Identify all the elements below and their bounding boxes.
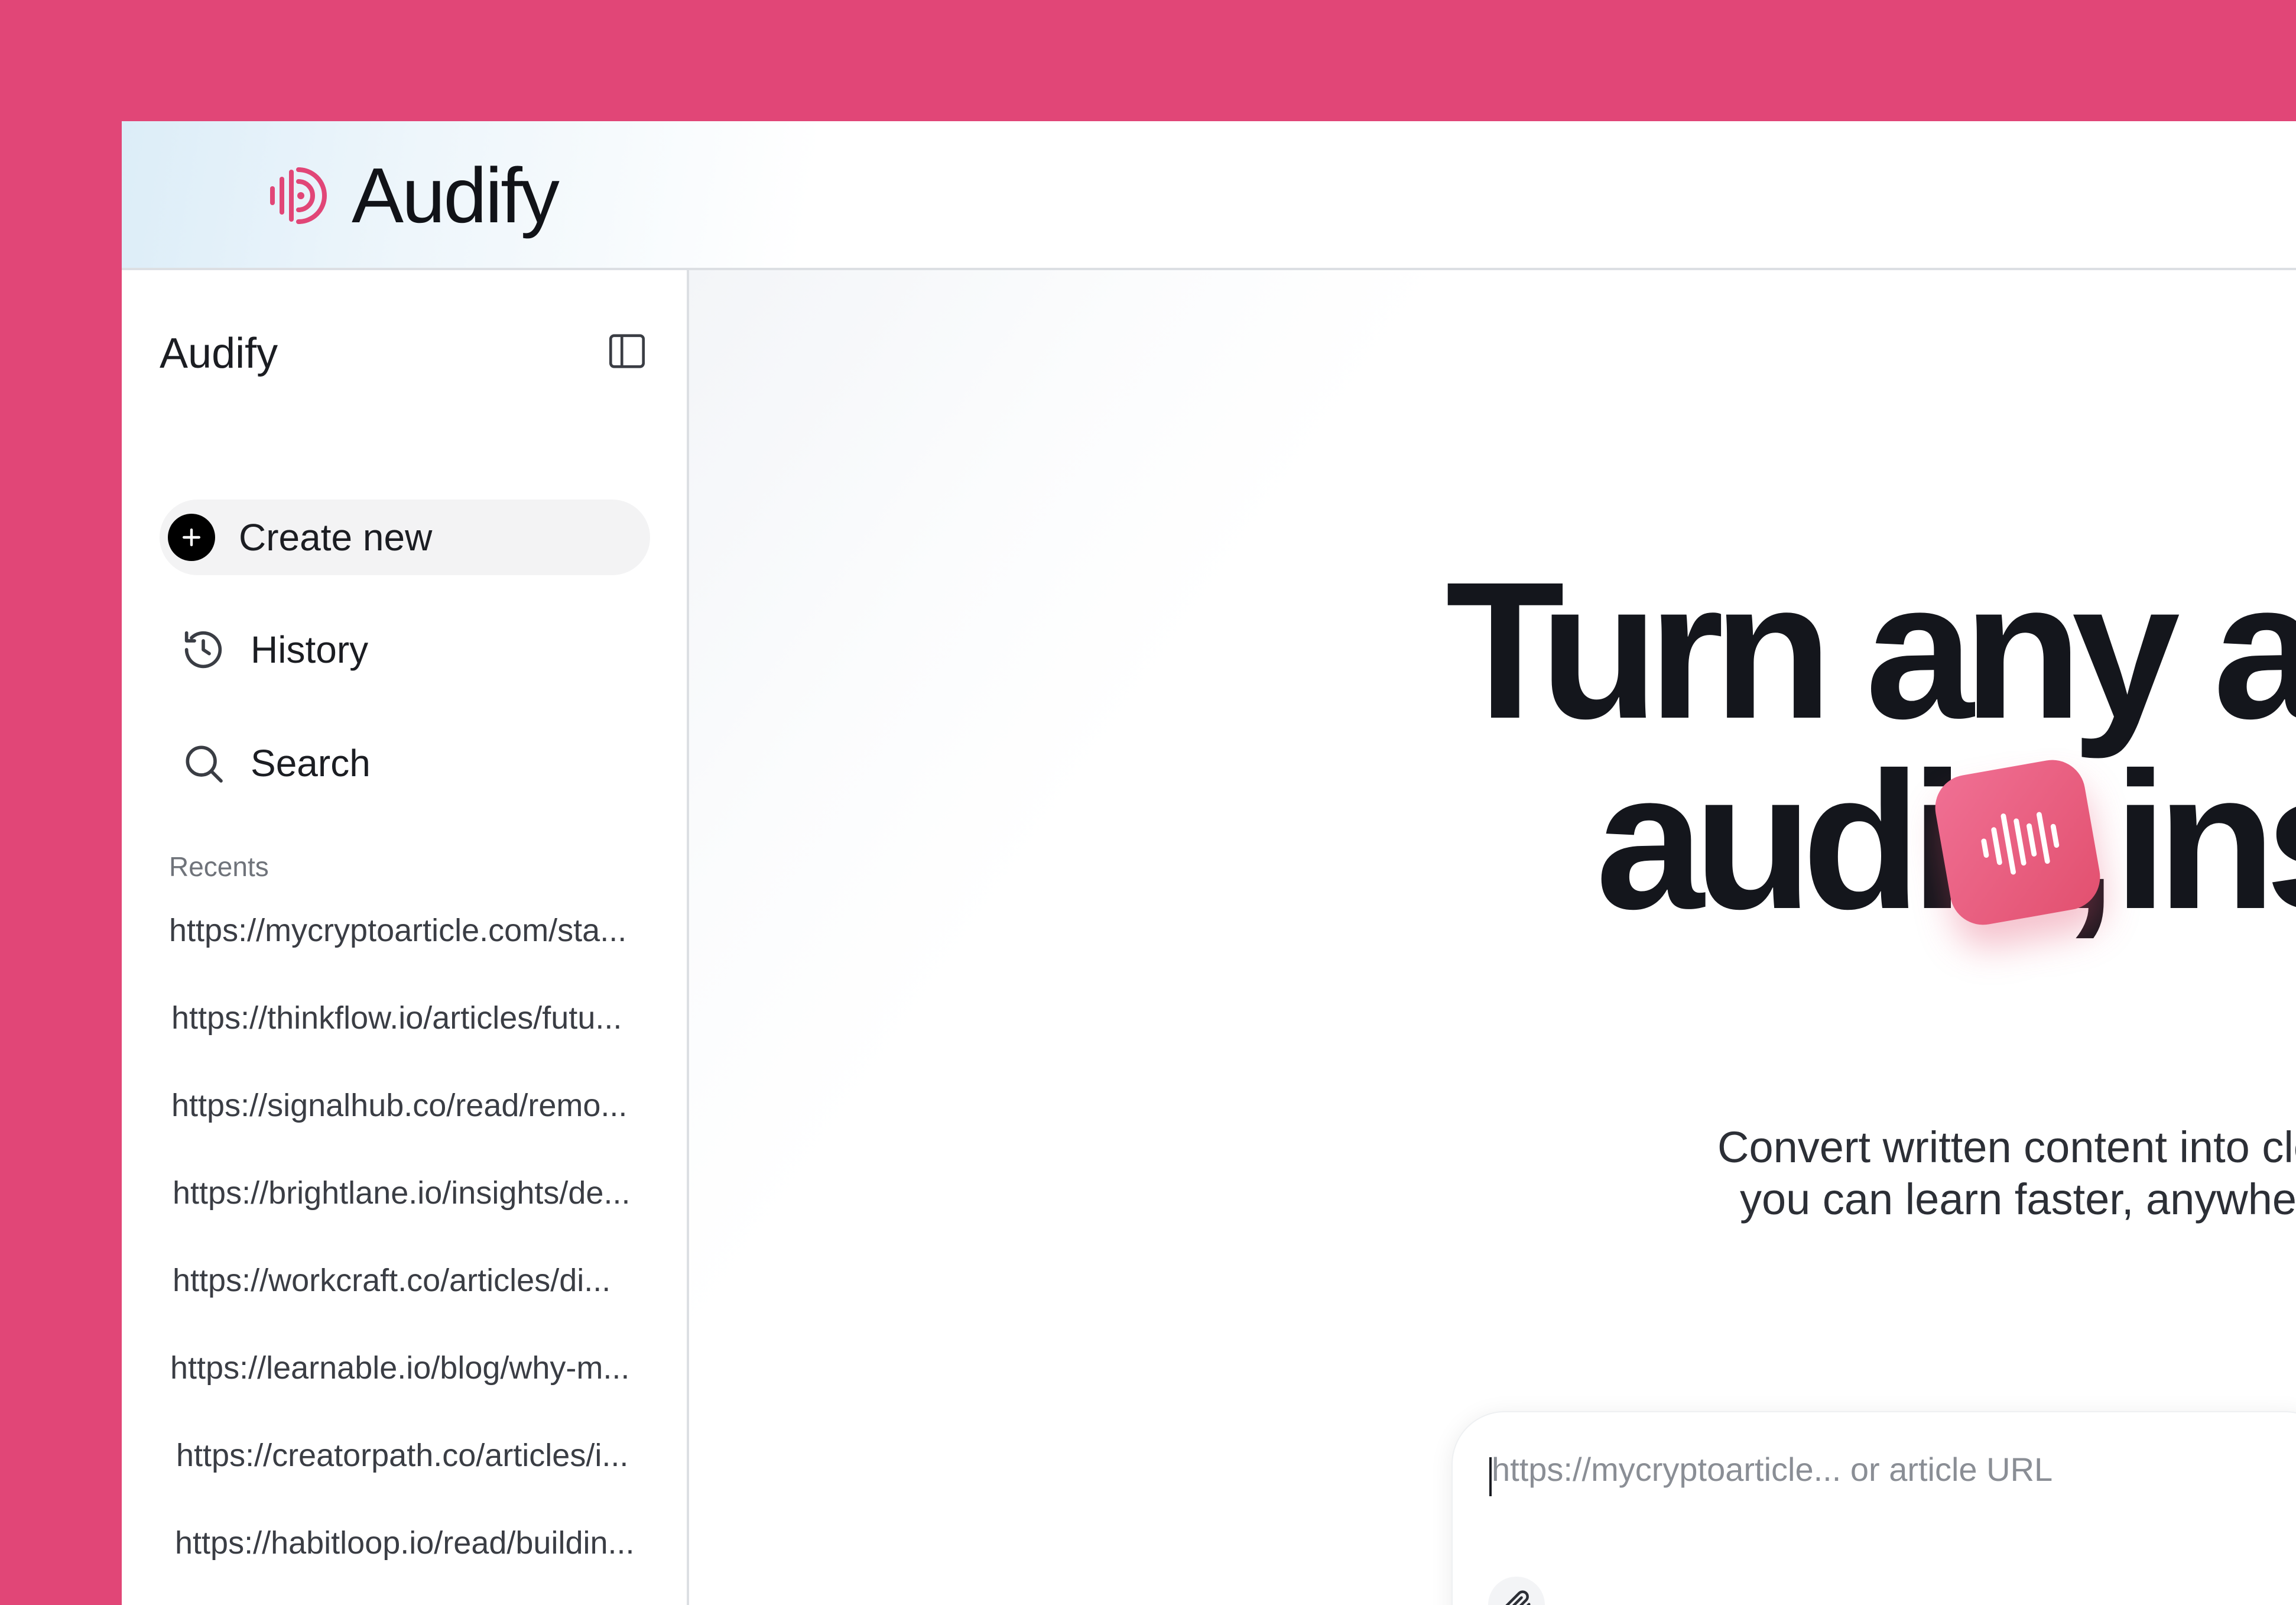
recent-item[interactable]: https://habitloop.io/read/buildin... bbox=[175, 1525, 665, 1561]
sidebar: Audify Create new History Search Recents… bbox=[122, 270, 689, 1605]
paperclip-icon bbox=[1505, 1590, 1531, 1605]
recent-item[interactable]: https://signalhub.co/read/remo... bbox=[171, 1087, 662, 1124]
recent-item[interactable]: https://mycryptoarticle.com/sta... bbox=[169, 912, 660, 949]
recent-item[interactable]: https://learnable.io/blog/why-m... bbox=[170, 1350, 661, 1386]
hero-subtext-line1: Convert written content into clear, natu bbox=[1717, 1123, 2296, 1172]
recent-item[interactable]: https://creatorpath.co/articles/i... bbox=[176, 1437, 667, 1474]
audio-wave-icon bbox=[1930, 754, 2106, 930]
create-new-label: Create new bbox=[239, 516, 433, 559]
attach-button[interactable] bbox=[1488, 1577, 1545, 1605]
url-input[interactable] bbox=[1490, 1442, 2261, 1496]
sidebar-title: Audify bbox=[160, 330, 278, 377]
sidebar-item-search[interactable]: Search bbox=[160, 725, 650, 801]
top-header: Audify bbox=[122, 121, 2296, 270]
search-icon bbox=[186, 745, 223, 783]
plus-icon bbox=[168, 514, 215, 561]
sidebar-toggle-icon[interactable] bbox=[606, 330, 648, 372]
sidebar-item-history[interactable]: History bbox=[160, 612, 650, 688]
brand-name: Audify bbox=[352, 152, 560, 239]
hero-headline-line2-end: ins bbox=[2113, 731, 2296, 949]
main-content: Turn any artic audio, ins Convert writte… bbox=[689, 270, 2296, 1605]
hero-subtext-line2: you can learn faster, anywhere, witho bbox=[1740, 1175, 2296, 1224]
brand[interactable]: Audify bbox=[267, 152, 560, 239]
search-label: Search bbox=[251, 742, 371, 784]
create-new-button[interactable]: Create new bbox=[160, 500, 650, 575]
recent-item[interactable]: https://brightlane.io/insights/de... bbox=[173, 1175, 663, 1211]
text-caret bbox=[1489, 1457, 1492, 1496]
hero-headline-line1: Turn any artic bbox=[1446, 541, 2296, 759]
recent-item[interactable]: https://thinkflow.io/articles/futu... bbox=[171, 1000, 662, 1036]
audio-wave-logo-icon bbox=[270, 167, 327, 224]
history-label: History bbox=[251, 628, 369, 671]
history-icon bbox=[184, 631, 222, 669]
recent-item[interactable]: https://workcraft.co/articles/di... bbox=[173, 1262, 663, 1299]
url-input-card[interactable] bbox=[1451, 1411, 2296, 1605]
recents-heading: Recents bbox=[169, 851, 269, 882]
app-window: Audify Audify Create new History Search … bbox=[122, 121, 2296, 1605]
